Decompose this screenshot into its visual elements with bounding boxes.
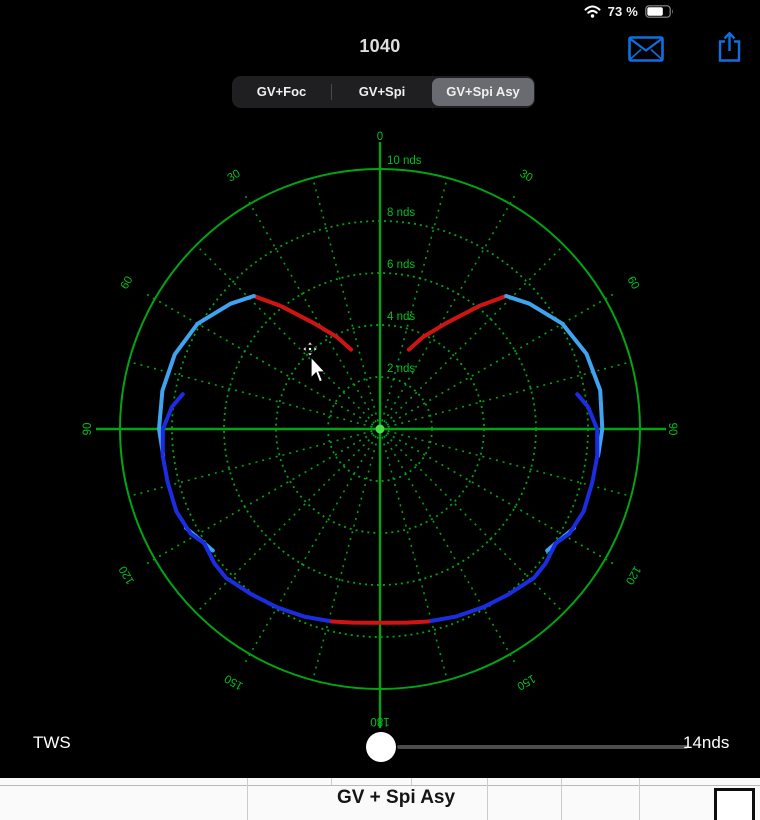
polar-spoke [387, 433, 616, 565]
wifi-icon [584, 5, 601, 18]
polar-curve-red-downwind [332, 622, 428, 623]
polar-curve-gv-kink-left [186, 528, 213, 551]
angle-label: 90 [666, 423, 678, 436]
ring-label: 4 nds [387, 311, 415, 323]
sheet-col-border [639, 778, 640, 820]
polar-spoke [387, 293, 616, 425]
polar-spoke [382, 178, 447, 421]
ring-label: 2 nds [387, 363, 415, 375]
ring-label: 8 nds [387, 207, 415, 219]
polar-outer-ring [120, 169, 640, 689]
polar-spoke [144, 293, 373, 425]
angle-label: 150 [515, 672, 538, 692]
polar-spoke [144, 433, 373, 565]
polar-mode-tabs: GV+Foc GV+Spi GV+Spi Asy [232, 76, 535, 108]
mail-button[interactable] [628, 36, 664, 65]
angle-label: 150 [223, 672, 246, 692]
sheet-row-border [0, 785, 760, 786]
spreadsheet-strip: GV + Spi Asy [0, 778, 760, 820]
ring-label: 10 nds [387, 155, 422, 167]
tws-value: 14nds [683, 733, 729, 753]
move-icon [303, 342, 317, 356]
angle-label: 90 [82, 423, 94, 436]
polar-spoke [384, 193, 516, 422]
polar-curve-spi-asy-left [163, 394, 332, 621]
polar-spoke [244, 436, 376, 665]
tws-slider-label: TWS [33, 733, 71, 753]
app-window: 73 % 1040 GV+Foc GV+Spi GV+Spi Asy 2 nds… [0, 0, 760, 820]
polar-ring [328, 377, 432, 481]
sheet-cell-label: GV + Spi Asy [296, 787, 496, 809]
tws-slider-track-filled[interactable] [82, 745, 366, 749]
battery-percent: 73 % [608, 4, 638, 19]
polar-spoke [388, 431, 631, 496]
tws-slider-thumb[interactable] [366, 732, 396, 762]
tws-slider-track[interactable] [397, 745, 688, 749]
mouse-cursor [296, 338, 336, 386]
pointer-arrow-icon [311, 357, 325, 382]
polar-curve-gv-kink-right [547, 528, 574, 551]
polar-ring [172, 221, 588, 637]
angle-label: 60 [119, 274, 136, 291]
polar-spoke [196, 435, 374, 613]
mail-icon [628, 36, 664, 62]
angle-label: 60 [624, 274, 641, 291]
tab-gv-spi[interactable]: GV+Spi [332, 78, 432, 106]
angle-label: 120 [117, 564, 137, 587]
polar-spoke [386, 435, 564, 613]
polar-curve-red-upwind-right [409, 296, 506, 350]
polar-chart-area[interactable]: 2 nds 4 nds 6 nds 8 nds 10 nds 0 30 30 60 60 90 90 1… [0, 0, 760, 820]
polar-spoke [384, 436, 516, 665]
polar-spoke [244, 193, 376, 422]
sheet-col-border [331, 778, 332, 785]
polar-spoke [386, 245, 564, 423]
polar-spoke [313, 437, 378, 680]
polar-ring [224, 273, 536, 585]
sheet-selected-cell[interactable] [714, 788, 755, 820]
sheet-col-border [411, 778, 412, 785]
polar-center-dot [376, 425, 385, 434]
share-icon [717, 31, 742, 63]
angle-label: 30 [225, 168, 242, 185]
polar-spoke [382, 437, 447, 680]
polar-curve-gv-reach-right [506, 296, 602, 456]
angle-label: 30 [517, 168, 534, 185]
angle-label: 180 [370, 715, 389, 727]
battery-icon [645, 5, 674, 18]
tab-gv-foc[interactable]: GV+Foc [232, 78, 331, 106]
angle-label: 120 [623, 564, 643, 587]
status-bar: 73 % [0, 0, 760, 24]
share-button[interactable] [717, 31, 742, 66]
tab-gv-spi-asy[interactable]: GV+Spi Asy [432, 78, 534, 106]
sheet-col-border [247, 778, 248, 820]
angle-label: 0 [377, 131, 383, 143]
sheet-col-border [561, 778, 562, 820]
polar-spoke [388, 362, 631, 427]
polar-curve-gv-reach-left [159, 296, 254, 456]
polar-spoke [196, 245, 374, 423]
polar-spoke [129, 431, 372, 496]
ring-label: 6 nds [387, 259, 415, 271]
polar-curve-spi-asy-right [428, 394, 597, 621]
